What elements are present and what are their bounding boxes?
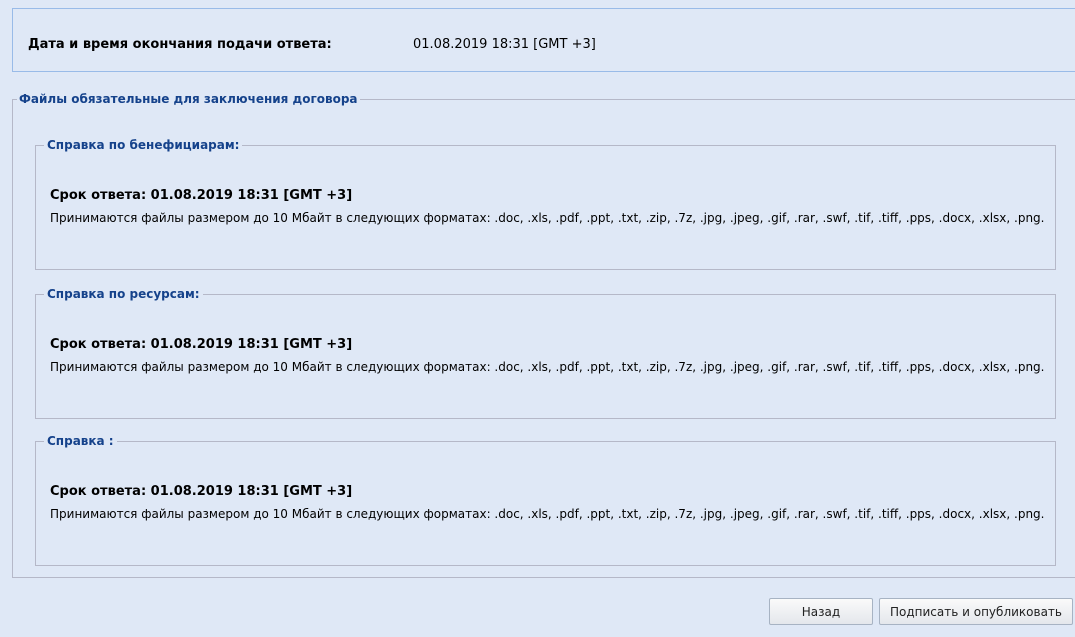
accepted-formats-note: Принимаются файлы размером до 10 Мбайт в… [50, 211, 1045, 225]
response-due: Срок ответа: 01.08.2019 18:31 [GMT +3] [50, 188, 353, 203]
response-due: Срок ответа: 01.08.2019 18:31 [GMT +3] [50, 337, 353, 352]
back-button[interactable]: Назад [769, 598, 873, 625]
sign-and-publish-button[interactable]: Подписать и опубликовать [879, 598, 1073, 625]
response-due: Срок ответа: 01.08.2019 18:31 [GMT +3] [50, 484, 353, 499]
resources-certificate-fieldset: Справка по ресурсам: Срок ответа: 01.08.… [35, 287, 1056, 419]
required-files-fieldset: Файлы обязательные для заключения догово… [12, 92, 1075, 578]
deadline-label: Дата и время окончания подачи ответа: [28, 37, 332, 52]
section-legend: Справка по бенефициарам: [47, 138, 240, 152]
accepted-formats-note: Принимаются файлы размером до 10 Мбайт в… [50, 360, 1045, 374]
section-legend: Справка по ресурсам: [47, 287, 200, 301]
deadline-panel: Дата и время окончания подачи ответа: 01… [12, 8, 1075, 72]
required-files-legend: Файлы обязательные для заключения догово… [19, 92, 358, 106]
beneficiaries-certificate-fieldset: Справка по бенефициарам: Срок ответа: 01… [35, 138, 1056, 270]
certificate-fieldset: Справка : Срок ответа: 01.08.2019 18:31 … [35, 434, 1056, 566]
accepted-formats-note: Принимаются файлы размером до 10 Мбайт в… [50, 507, 1045, 521]
section-legend: Справка : [47, 434, 114, 448]
deadline-value: 01.08.2019 18:31 [GMT +3] [413, 37, 596, 52]
